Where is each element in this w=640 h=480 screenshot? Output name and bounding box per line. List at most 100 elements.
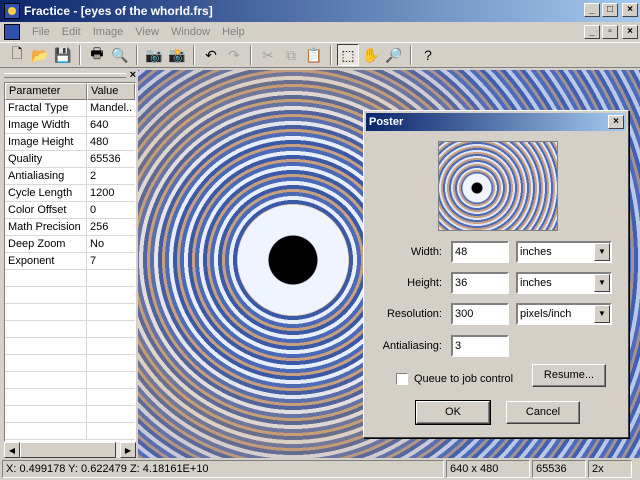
table-row[interactable]: Antialiasing 2	[5, 168, 135, 185]
copy-icon[interactable]: ⧉	[280, 44, 302, 66]
resume-button[interactable]: Resume...	[532, 364, 606, 387]
scroll-left-icon[interactable]: ◀	[4, 442, 20, 458]
app-icon[interactable]	[4, 3, 20, 19]
maximize-button[interactable]: □	[602, 3, 618, 17]
empty-row	[5, 355, 135, 372]
dialog-close-button[interactable]: ×	[608, 115, 624, 129]
empty-row	[5, 304, 135, 321]
parameters-panel: × Parameter Value Fractal Type Mandel.. I…	[4, 69, 136, 458]
dialog-title: Poster	[369, 116, 404, 128]
doc-close-button[interactable]: ×	[622, 25, 638, 39]
new-icon[interactable]: 🗋	[6, 44, 28, 66]
cut-icon[interactable]: ✂	[257, 44, 279, 66]
param-name: Image Height	[5, 134, 87, 150]
param-value: 0	[90, 204, 97, 216]
menu-image[interactable]: Image	[87, 26, 130, 38]
antialiasing-input[interactable]: 3	[451, 335, 509, 357]
document-icon[interactable]	[4, 24, 20, 40]
toolbar-separator	[330, 45, 332, 65]
help-icon[interactable]: ?	[417, 44, 439, 66]
snapshot-icon[interactable]: 📷	[143, 44, 165, 66]
poster-dialog: Poster × Width: 48 inches ▼ Height: 36 i…	[363, 110, 629, 438]
queue-checkbox[interactable]	[396, 373, 408, 385]
panel-grip[interactable]: ×	[4, 69, 136, 81]
height-unit-select[interactable]: inches ▼	[516, 272, 612, 294]
param-name: Image Width	[5, 117, 87, 133]
queue-label[interactable]: Queue to job control	[414, 373, 513, 385]
queue-checkbox-group[interactable]: Queue to job control	[396, 373, 513, 385]
table-row[interactable]: Exponent 7	[5, 253, 135, 270]
param-name: Color Offset	[5, 202, 87, 218]
status-zoom: 2x	[588, 460, 632, 478]
print-icon[interactable]: 🖶	[86, 44, 108, 66]
height-input[interactable]: 36	[451, 272, 509, 294]
resolution-unit-select[interactable]: pixels/inch ▼	[516, 303, 612, 325]
param-value: Mandel..	[90, 102, 133, 114]
status-coordinates: X: 0.499178 Y: 0.622479 Z: 4.18161E+10	[2, 460, 444, 478]
empty-row	[5, 338, 135, 355]
param-value: 1200	[90, 187, 115, 199]
menu-window[interactable]: Window	[165, 26, 216, 38]
table-row[interactable]: Image Height 480	[5, 134, 135, 151]
title-bar: Fractice - [eyes of the whorld.frs] _ □ …	[0, 0, 640, 22]
table-row[interactable]: Quality 65536	[5, 151, 135, 168]
width-input[interactable]: 48	[451, 241, 509, 263]
minimize-button[interactable]: _	[584, 3, 600, 17]
table-row[interactable]: Deep Zoom No	[5, 236, 135, 253]
multi-snapshot-icon[interactable]: 📸	[166, 44, 188, 66]
param-value: 640	[90, 119, 109, 131]
chevron-down-icon[interactable]: ▼	[594, 305, 610, 323]
width-unit-select[interactable]: inches ▼	[516, 241, 612, 263]
param-value: 2	[90, 170, 97, 182]
ok-button[interactable]: OK	[415, 400, 491, 425]
param-name: Antialiasing	[5, 168, 87, 184]
doc-restore-button[interactable]: ▫	[602, 25, 618, 39]
select-icon[interactable]: ⬚	[337, 44, 359, 66]
save-icon[interactable]: 💾	[52, 44, 74, 66]
column-header-value[interactable]: Value	[87, 83, 135, 100]
window-title: Fractice - [eyes of the whorld.frs]	[24, 4, 213, 18]
toolbar-separator	[193, 45, 195, 65]
chevron-down-icon[interactable]: ▼	[594, 243, 610, 261]
paste-icon[interactable]: 📋	[303, 44, 325, 66]
resolution-label: Resolution:	[386, 308, 442, 320]
empty-row	[5, 287, 135, 304]
doc-minimize-button[interactable]: _	[584, 25, 600, 39]
print-preview-icon[interactable]: 🔍	[109, 44, 131, 66]
panel-close-icon[interactable]: ×	[130, 69, 136, 81]
pan-hand-icon[interactable]: ✋	[360, 44, 382, 66]
horizontal-scrollbar[interactable]: ◀ ▶	[4, 442, 136, 458]
empty-row	[5, 406, 135, 423]
menu-view[interactable]: View	[129, 26, 165, 38]
menu-help[interactable]: Help	[216, 26, 251, 38]
toolbar-separator	[250, 45, 252, 65]
scroll-right-icon[interactable]: ▶	[120, 442, 136, 458]
column-header-parameter[interactable]: Parameter	[5, 83, 87, 100]
table-row[interactable]: Color Offset 0	[5, 202, 135, 219]
poster-preview-image	[438, 141, 558, 231]
scroll-thumb[interactable]	[20, 442, 116, 458]
zoom-icon[interactable]: 🔎	[383, 44, 405, 66]
undo-icon[interactable]: ↶	[200, 44, 222, 66]
open-icon[interactable]: 📂	[29, 44, 51, 66]
cancel-button[interactable]: Cancel	[506, 401, 580, 424]
empty-row	[5, 389, 135, 406]
redo-icon[interactable]: ↷	[223, 44, 245, 66]
menu-file[interactable]: File	[26, 26, 56, 38]
param-value: 7	[90, 255, 97, 267]
status-quality: 65536	[532, 460, 586, 478]
resolution-input[interactable]: 300	[451, 303, 509, 325]
close-button[interactable]: ×	[622, 3, 638, 17]
table-row[interactable]: Image Width 640	[5, 117, 135, 134]
empty-row	[5, 372, 135, 389]
table-row[interactable]: Fractal Type Mandel..	[5, 100, 135, 117]
antialiasing-label: Antialiasing:	[382, 340, 442, 352]
empty-row	[5, 270, 135, 287]
param-value: No	[90, 238, 105, 250]
table-row[interactable]: Cycle Length 1200	[5, 185, 135, 202]
param-value: 65536	[90, 153, 121, 165]
chevron-down-icon[interactable]: ▼	[594, 274, 610, 292]
param-name: Math Precision	[5, 219, 87, 235]
table-row[interactable]: Math Precision 256	[5, 219, 135, 236]
menu-edit[interactable]: Edit	[56, 26, 87, 38]
